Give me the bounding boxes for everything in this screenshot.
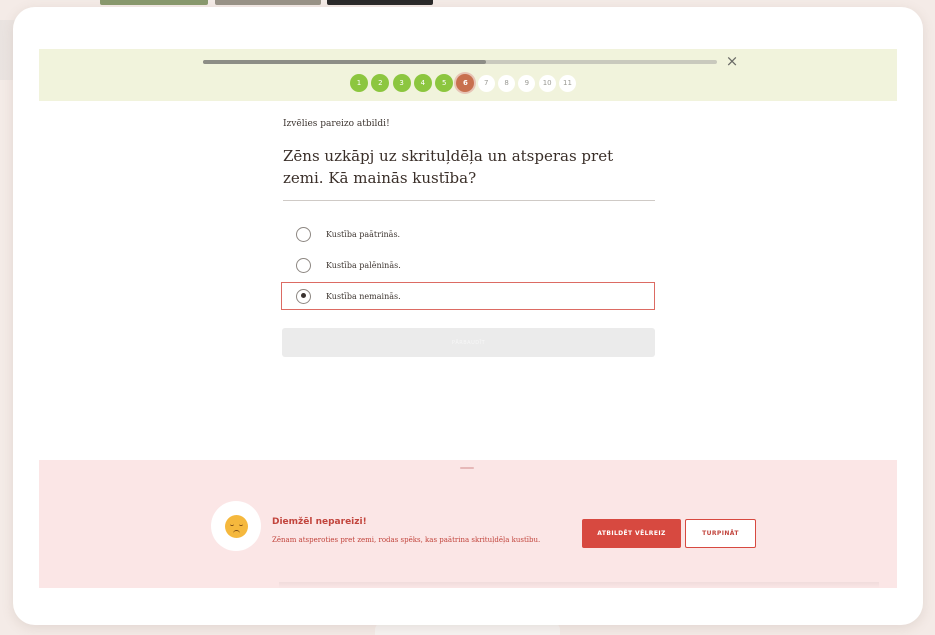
step-1[interactable]: 1 — [350, 74, 368, 92]
emoji-badge — [211, 501, 261, 551]
progress-bar-fill — [203, 60, 486, 64]
progress-bar — [203, 60, 717, 64]
sad-face-icon — [224, 514, 248, 538]
background-image-strip — [215, 0, 321, 5]
feedback-panel: Diemžēl nepareizi! Zēnam atsperoties pre… — [39, 460, 897, 588]
check-answer-button[interactable]: PĀRBAUDĪT — [282, 328, 655, 357]
quiz-header: × 1 2 3 4 5 6 7 8 9 10 11 — [39, 49, 897, 101]
quiz-card: × 1 2 3 4 5 6 7 8 9 10 11 Izvēlies pareizo atbildi… — [13, 7, 923, 625]
feedback-explanation: Zēnam atsperoties pret zemi, rodas spēks… — [272, 536, 541, 544]
question-section: Izvēlies pareizo atbildi! Zēns uzkāpj uz… — [283, 119, 655, 201]
continue-button[interactable]: TURPINĀT — [685, 519, 756, 548]
drag-handle[interactable] — [460, 467, 474, 469]
answer-option[interactable]: Kustība palēninās. — [281, 251, 655, 279]
answer-option-label: Kustība paātrinās. — [326, 229, 401, 239]
step-3[interactable]: 3 — [392, 74, 411, 92]
step-11[interactable]: 11 — [558, 74, 576, 92]
question-text: Zēns uzkāpj uz skrituļdēļa un atsperas p… — [283, 147, 614, 187]
panel-shadow — [279, 582, 879, 588]
radio-button[interactable] — [296, 226, 311, 242]
radio-button[interactable] — [296, 288, 311, 304]
answer-option-label: Kustība palēninās. — [326, 260, 401, 270]
step-7[interactable]: 7 — [477, 74, 495, 92]
background-image-strip — [100, 0, 208, 5]
answer-option[interactable]: Kustība nemainās. — [281, 282, 655, 310]
divider — [283, 200, 655, 201]
answer-options: Kustība paātrinās. Kustība palēninās. Ku… — [281, 220, 655, 313]
step-5[interactable]: 5 — [435, 74, 454, 92]
step-indicator: 1 2 3 4 5 6 7 8 9 10 11 — [350, 74, 579, 92]
step-8[interactable]: 8 — [498, 74, 516, 92]
instruction-text: Izvēlies pareizo atbildi! — [283, 119, 390, 129]
step-2[interactable]: 2 — [371, 74, 390, 92]
feedback-title: Diemžēl nepareizi! — [272, 517, 367, 527]
step-4[interactable]: 4 — [413, 74, 432, 92]
background-image-strip — [327, 0, 433, 5]
answer-option-label: Kustība nemainās. — [326, 291, 401, 301]
step-10[interactable]: 10 — [538, 74, 556, 92]
radio-button[interactable] — [296, 257, 311, 273]
step-9[interactable]: 9 — [518, 74, 536, 92]
retry-button[interactable]: ATBILDĒT VĒLREIZ — [582, 519, 681, 548]
close-icon[interactable]: × — [723, 52, 741, 70]
step-6[interactable]: 6 — [456, 74, 475, 92]
answer-option[interactable]: Kustība paātrinās. — [281, 220, 655, 248]
